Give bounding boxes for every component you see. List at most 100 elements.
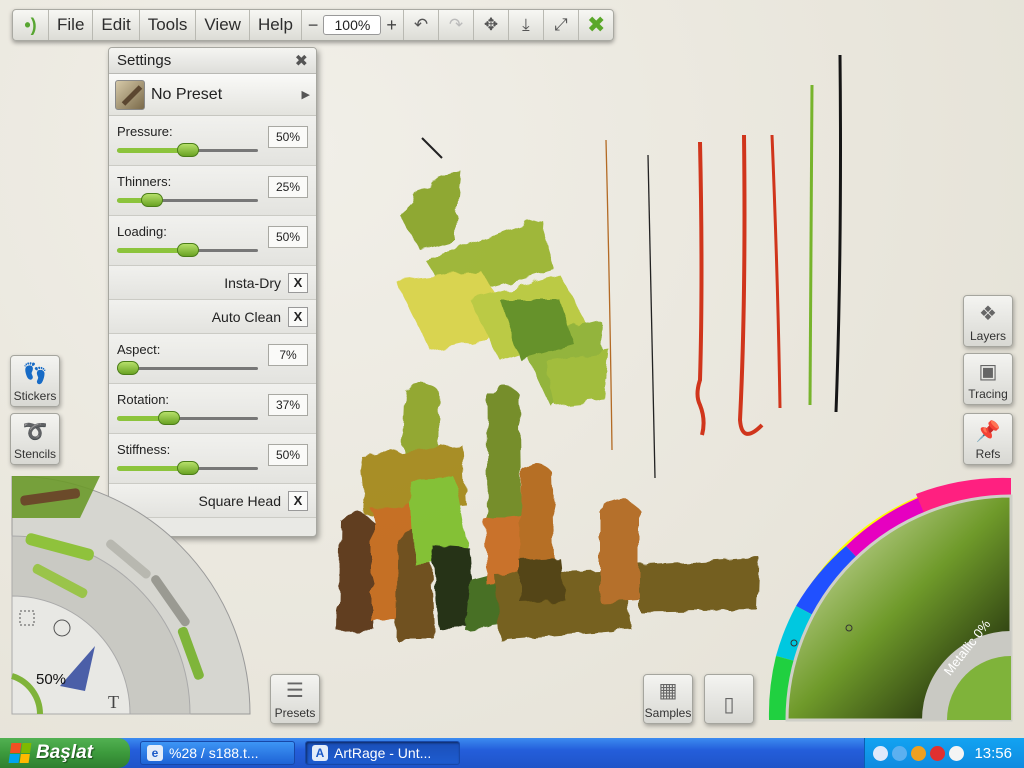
zoom-control: − 100% + bbox=[302, 10, 404, 40]
layers-icon: ❖ bbox=[979, 302, 997, 325]
square-head-checkbox[interactable]: X bbox=[288, 490, 308, 511]
slider-row-pressure: Pressure: 50% bbox=[109, 116, 316, 166]
samples-label: Samples bbox=[644, 706, 692, 720]
undo-icon[interactable]: ↶ bbox=[404, 10, 439, 40]
stencil-swirl-icon: ➰ bbox=[22, 420, 48, 443]
move-canvas-icon[interactable]: ✥ bbox=[474, 10, 509, 40]
settings-close-icon[interactable]: ✖ bbox=[295, 51, 308, 71]
tracing-icon: ▣ bbox=[978, 360, 998, 383]
app-logo-icon[interactable]: •) bbox=[13, 10, 49, 40]
clock: 13:56 bbox=[974, 744, 1012, 762]
slider-thumb[interactable] bbox=[176, 461, 199, 475]
water-glass-button[interactable]: ▯ bbox=[704, 674, 754, 724]
slider-label: Stiffness: bbox=[117, 442, 171, 457]
reference-pin-icon: 📌 bbox=[975, 420, 1001, 443]
tool-size-value: 50% bbox=[36, 671, 67, 688]
slider-row-thinners: Thinners: 25% bbox=[109, 166, 316, 216]
slider-track[interactable] bbox=[117, 361, 258, 375]
redo-icon[interactable]: ↷ bbox=[439, 10, 474, 40]
tracing-label: Tracing bbox=[968, 387, 1008, 401]
save-download-icon[interactable]: ⤓ bbox=[509, 10, 544, 40]
auto-clean-checkbox[interactable]: X bbox=[288, 306, 308, 327]
slider-track[interactable] bbox=[117, 461, 258, 475]
tray-app-icon[interactable] bbox=[911, 745, 926, 761]
menu-view[interactable]: View bbox=[196, 10, 250, 40]
presets-button[interactable]: ☰ Presets bbox=[270, 674, 320, 724]
slider-label: Loading: bbox=[117, 224, 167, 239]
layers-label: Layers bbox=[969, 329, 1007, 343]
tray-network-icon[interactable] bbox=[892, 745, 907, 761]
preset-name: No Preset bbox=[151, 85, 223, 103]
slider-track[interactable] bbox=[117, 143, 258, 157]
slider-thumb[interactable] bbox=[117, 361, 139, 375]
menu-file[interactable]: File bbox=[49, 10, 94, 40]
taskbar-item-label: ArtRage - Unt... bbox=[334, 745, 432, 761]
slider-label: Aspect: bbox=[117, 342, 161, 357]
slider-row-aspect: Aspect: 7% bbox=[109, 334, 316, 384]
stickers-label: Stickers bbox=[13, 389, 57, 403]
refs-label: Refs bbox=[975, 447, 1001, 461]
taskbar-item-label: %28 / s188.t... bbox=[169, 745, 259, 761]
presets-label: Presets bbox=[274, 706, 316, 720]
insta-dry-checkbox[interactable]: X bbox=[288, 272, 308, 293]
layers-button[interactable]: ❖ Layers bbox=[963, 295, 1013, 347]
auto-clean-label: Auto Clean bbox=[211, 308, 281, 325]
slider-thumb[interactable] bbox=[141, 193, 164, 207]
tray-expand-icon[interactable] bbox=[873, 745, 888, 761]
stencils-label: Stencils bbox=[13, 447, 57, 461]
preset-arrow-icon[interactable]: ▶ bbox=[302, 88, 310, 101]
samples-grid-icon: ▦ bbox=[658, 679, 678, 702]
windows-logo-icon bbox=[8, 743, 32, 763]
brush-preset-icon bbox=[115, 79, 145, 110]
text-tool-icon[interactable]: T bbox=[108, 692, 119, 712]
slider-value-field[interactable]: 50% bbox=[268, 444, 308, 466]
windows-taskbar: Başlat e %28 / s188.t... A ArtRage - Unt… bbox=[0, 738, 1024, 768]
slider-track[interactable] bbox=[117, 243, 258, 257]
menu-help[interactable]: Help bbox=[250, 10, 302, 40]
refs-button[interactable]: 📌 Refs bbox=[963, 413, 1013, 465]
footprint-icon: 👣 bbox=[22, 362, 48, 385]
samples-button[interactable]: ▦ Samples bbox=[643, 674, 693, 724]
slider-value-field[interactable]: 37% bbox=[268, 394, 308, 416]
preset-selector[interactable]: No Preset ▶ bbox=[109, 74, 316, 116]
tray-volume-icon[interactable] bbox=[949, 745, 964, 761]
slider-value-field[interactable]: 50% bbox=[268, 126, 308, 148]
fullscreen-icon[interactable]: ⤢ bbox=[544, 10, 579, 40]
system-tray: 13:56 bbox=[864, 738, 1024, 768]
water-glass-icon: ▯ bbox=[723, 693, 735, 716]
slider-row-rotation: Rotation: 37% bbox=[109, 384, 316, 434]
zoom-level-field[interactable]: 100% bbox=[323, 15, 382, 35]
slider-thumb[interactable] bbox=[176, 143, 199, 157]
settings-panel: Settings ✖ No Preset ▶ Pressure: 50% Thinn… bbox=[108, 47, 317, 537]
slider-thumb[interactable] bbox=[176, 243, 199, 257]
tool-picker-wheel[interactable]: T bbox=[0, 476, 260, 726]
taskbar-item-browser[interactable]: e %28 / s188.t... bbox=[140, 741, 295, 765]
slider-row-loading: Loading: 50% bbox=[109, 216, 316, 266]
slider-value-field[interactable]: 7% bbox=[268, 344, 308, 366]
stickers-button[interactable]: 👣 Stickers bbox=[10, 355, 60, 407]
slider-value-field[interactable]: 50% bbox=[268, 226, 308, 248]
slider-track[interactable] bbox=[117, 193, 258, 207]
tray-shield-icon[interactable] bbox=[930, 745, 945, 761]
slider-label: Rotation: bbox=[117, 392, 170, 407]
insta-dry-label: Insta-Dry bbox=[224, 274, 281, 291]
slider-label: Thinners: bbox=[117, 174, 172, 189]
artrage-icon: A bbox=[312, 745, 328, 761]
color-picker[interactable] bbox=[766, 476, 1024, 726]
stencils-button[interactable]: ➰ Stencils bbox=[10, 413, 60, 465]
menu-edit[interactable]: Edit bbox=[93, 10, 140, 40]
slider-thumb[interactable] bbox=[158, 411, 181, 425]
slider-track[interactable] bbox=[117, 411, 258, 425]
menu-tools[interactable]: Tools bbox=[140, 10, 197, 40]
start-label: Başlat bbox=[36, 742, 94, 763]
slider-value-field[interactable]: 25% bbox=[268, 176, 308, 198]
zoom-out-button[interactable]: − bbox=[308, 15, 319, 36]
presets-sliders-icon: ☰ bbox=[286, 679, 304, 702]
taskbar-item-artrage[interactable]: A ArtRage - Unt... bbox=[305, 741, 460, 765]
tracing-button[interactable]: ▣ Tracing bbox=[963, 353, 1013, 405]
close-icon[interactable]: ✖ bbox=[579, 10, 613, 40]
zoom-in-button[interactable]: + bbox=[386, 15, 397, 36]
menu-bar: •) File Edit Tools View Help − 100% + ↶ … bbox=[12, 9, 615, 41]
settings-title: Settings bbox=[117, 52, 172, 69]
start-button[interactable]: Başlat bbox=[0, 738, 130, 768]
